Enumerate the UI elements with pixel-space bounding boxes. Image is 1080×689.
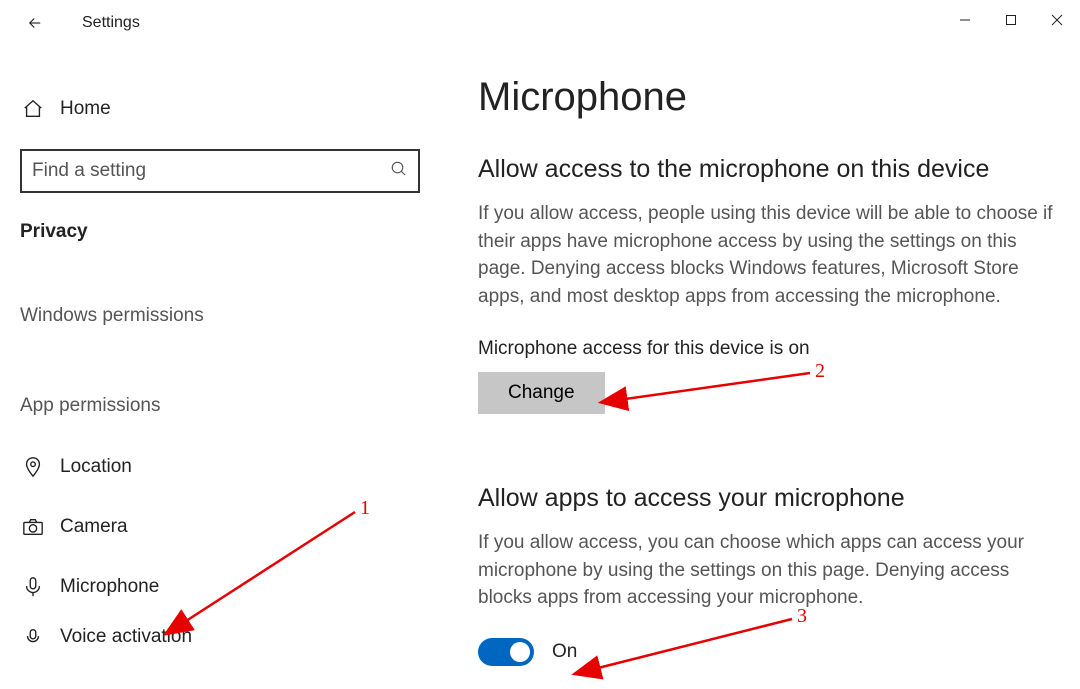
home-icon (20, 98, 46, 120)
close-button[interactable] (1034, 0, 1080, 40)
section-windows-permissions: Windows permissions (20, 305, 438, 327)
search-box[interactable] (20, 149, 420, 193)
titlebar: Settings (0, 0, 1080, 45)
home-nav[interactable]: Home (20, 85, 438, 133)
sidebar-item-label: Camera (60, 516, 128, 538)
search-input[interactable] (32, 160, 372, 182)
sidebar-item-location[interactable]: Location (20, 437, 438, 497)
sidebar-item-label: Voice activation (60, 626, 192, 648)
content: Microphone Allow access to the microphon… (438, 45, 1080, 689)
section-description: If you allow access, you can choose whic… (478, 529, 1058, 612)
back-button[interactable] (20, 8, 50, 38)
location-icon (20, 456, 46, 478)
sidebar-item-label: Microphone (60, 576, 159, 598)
sidebar: Home Privacy Windows permissions App per… (0, 45, 438, 689)
sidebar-item-voice-activation[interactable]: Voice activation (20, 617, 438, 657)
window-title: Settings (82, 14, 140, 32)
section-app-permissions: App permissions (20, 395, 438, 417)
microphone-icon (20, 576, 46, 598)
app-access-toggle[interactable] (478, 638, 534, 666)
minimize-button[interactable] (942, 0, 988, 40)
window-controls (942, 0, 1080, 40)
search-icon (390, 160, 408, 183)
toggle-knob (510, 642, 530, 662)
category-label: Privacy (20, 221, 438, 243)
home-label: Home (60, 98, 111, 120)
device-access-status: Microphone access for this device is on (478, 338, 1060, 360)
sidebar-item-microphone[interactable]: Microphone (20, 557, 438, 617)
section-description: If you allow access, people using this d… (478, 200, 1058, 310)
section-heading-app-access: Allow apps to access your microphone (478, 484, 1060, 513)
voice-activation-icon (20, 626, 46, 648)
section-heading-device-access: Allow access to the microphone on this d… (478, 155, 1060, 184)
maximize-button[interactable] (988, 0, 1034, 40)
toggle-label: On (552, 641, 577, 663)
sidebar-item-camera[interactable]: Camera (20, 497, 438, 557)
page-title: Microphone (478, 75, 1060, 120)
sidebar-item-label: Location (60, 456, 132, 478)
change-button[interactable]: Change (478, 372, 605, 414)
camera-icon (20, 516, 46, 538)
